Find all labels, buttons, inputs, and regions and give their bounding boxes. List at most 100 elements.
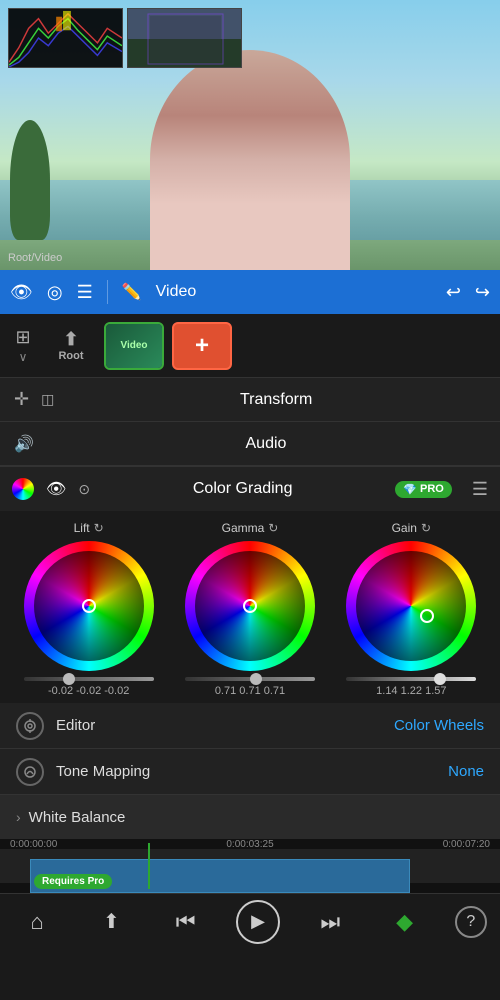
gamma-color-wheel[interactable] <box>185 541 315 671</box>
transform-label: Transform <box>66 391 486 409</box>
copy-icon: ◫ <box>41 391 54 408</box>
lift-slider-row: -0.02 -0.02 -0.02 <box>24 677 154 697</box>
lift-color-wheel[interactable] <box>24 541 154 671</box>
circle-target-icon[interactable]: ◎ <box>47 282 63 303</box>
color-grading-panel: 👁 ⊙ Color Grading 💎 PRO ☰ Lift ↻ <box>0 466 500 703</box>
prev-frame-button[interactable]: ⏮ <box>162 898 210 946</box>
audio-row[interactable]: 🔊 Audio <box>0 422 500 466</box>
prev-icon: ⏮ <box>176 909 196 935</box>
diamond-button[interactable]: ◆ <box>381 898 429 946</box>
top-toolbar: 👁 ◎ ☰ ✏️ Video ↩ ↪ <box>0 270 500 314</box>
gain-wheel-container: Gain ↻ 1.14 1.22 1.57 <box>336 521 486 697</box>
gain-color-wheel[interactable] <box>346 541 476 671</box>
gamma-slider-thumb <box>250 673 262 685</box>
add-clip-button[interactable]: + <box>172 322 232 370</box>
transform-row[interactable]: ✛ ◫ Transform <box>0 378 500 422</box>
eye-icon[interactable]: 👁 <box>10 282 33 303</box>
menu-icon[interactable]: ☰ <box>77 282 93 303</box>
undo-button[interactable]: ↩ <box>446 282 461 303</box>
white-balance-row[interactable]: › White Balance <box>0 795 500 839</box>
gamma-label: Gamma ↻ <box>222 521 279 535</box>
home-button[interactable]: ⌂ <box>13 898 61 946</box>
next-icon: ⏭ <box>320 909 340 935</box>
gain-values: 1.14 1.22 1.57 <box>376 685 446 697</box>
video-clip[interactable]: Video <box>104 322 164 370</box>
move-icon: ✛ <box>14 389 29 410</box>
gamma-reset-icon[interactable]: ↻ <box>268 521 278 535</box>
bottom-navbar: ⌂ ⬆ ⏮ ▶ ⏭ ◆ ? <box>0 893 500 949</box>
gain-label: Gain ↻ <box>392 521 431 535</box>
gamma-wheel-container: Gamma ↻ 0.71 0.71 0.71 <box>175 521 325 697</box>
editor-value: Color Wheels <box>394 717 484 734</box>
toolbar-right-actions: ↩ ↪ <box>446 282 490 303</box>
color-wheels-row: Lift ↻ -0.02 -0.02 -0.02 Gamma ↻ <box>0 511 500 703</box>
tone-mapping-value: None <box>448 763 484 780</box>
lift-label: Lift ↻ <box>74 521 104 535</box>
video-bg-tree <box>10 120 50 240</box>
gain-wheel-inner <box>356 551 466 661</box>
histogram-waveform <box>8 8 123 68</box>
share-icon: ⬆ <box>103 909 120 934</box>
tone-mapping-icon <box>16 758 44 786</box>
histogram-preview-thumb <box>127 8 242 68</box>
layers-icon[interactable]: ⊞ <box>15 327 30 348</box>
audio-icon: 🔊 <box>14 434 34 454</box>
gain-reset-icon[interactable]: ↻ <box>421 521 431 535</box>
play-icon: ▶ <box>251 911 265 932</box>
tone-mapping-row[interactable]: Tone Mapping None <box>0 749 500 795</box>
tone-mapping-label: Tone Mapping <box>56 763 448 780</box>
adjust-icon[interactable]: ⊙ <box>78 481 90 498</box>
share-button[interactable]: ⬆ <box>87 898 135 946</box>
video-path-label: Root/Video <box>8 252 62 264</box>
gain-cursor <box>420 609 434 623</box>
timeline-area[interactable]: 0:00:00:00 0:00:03:25 0:00:07:20 Require… <box>0 839 500 893</box>
gamma-slider[interactable] <box>185 677 315 681</box>
histogram-container <box>8 8 242 68</box>
expand-icon[interactable]: ∨ <box>19 350 28 364</box>
gamma-center-cursor <box>243 599 257 613</box>
white-balance-label: White Balance <box>29 809 126 826</box>
home-icon: ⌂ <box>30 909 43 935</box>
pro-badge: 💎 PRO <box>395 481 452 498</box>
toolbar-divider <box>107 280 108 304</box>
wb-expand-arrow[interactable]: › <box>16 809 21 825</box>
editor-label: Editor <box>56 717 394 734</box>
diamond-pro-icon: 💎 <box>403 483 417 496</box>
timeline-playhead <box>148 843 150 889</box>
gain-slider[interactable] <box>346 677 476 681</box>
lift-center-cursor <box>82 599 96 613</box>
pencil-icon[interactable]: ✏️ <box>122 282 142 302</box>
editor-icon <box>16 712 44 740</box>
requires-pro-badge: Requires Pro <box>34 874 112 889</box>
lift-slider-thumb <box>63 673 75 685</box>
editor-row[interactable]: Editor Color Wheels <box>0 703 500 749</box>
color-wheel-icon[interactable] <box>12 478 34 500</box>
video-bg-figure <box>150 50 350 270</box>
lift-wheel-container: Lift ↻ -0.02 -0.02 -0.02 <box>14 521 164 697</box>
clip-thumbnail: Video <box>106 324 162 368</box>
track-controls: ⊞ ∨ <box>8 327 38 364</box>
toolbar-title: Video <box>156 283 432 301</box>
next-frame-button[interactable]: ⏭ <box>306 898 354 946</box>
panel-menu-icon[interactable]: ☰ <box>472 479 488 500</box>
color-grading-title: Color Grading <box>102 480 383 498</box>
lift-reset-icon[interactable]: ↻ <box>94 521 104 535</box>
audio-label: Audio <box>46 435 486 453</box>
help-button[interactable]: ? <box>455 906 487 938</box>
play-button[interactable]: ▶ <box>236 900 280 944</box>
white-balance-left: › White Balance <box>16 809 125 826</box>
redo-button[interactable]: ↪ <box>475 282 490 303</box>
gamma-values: 0.71 0.71 0.71 <box>215 685 285 697</box>
gain-slider-thumb <box>434 673 446 685</box>
lift-slider[interactable] <box>24 677 154 681</box>
track-area: ⊞ ∨ ⬆ Root Video + <box>0 314 500 378</box>
gain-slider-row: 1.14 1.22 1.57 <box>346 677 476 697</box>
video-preview: Root/Video <box>0 0 500 270</box>
eye-cg-icon[interactable]: 👁 <box>46 479 66 499</box>
lift-values: -0.02 -0.02 -0.02 <box>48 685 129 697</box>
color-grading-header: 👁 ⊙ Color Grading 💎 PRO ☰ <box>0 467 500 511</box>
diamond-icon: ◆ <box>396 909 413 935</box>
gamma-slider-row: 0.71 0.71 0.71 <box>185 677 315 697</box>
help-icon: ? <box>466 913 475 931</box>
root-track-label: ⬆ Root <box>46 322 96 370</box>
